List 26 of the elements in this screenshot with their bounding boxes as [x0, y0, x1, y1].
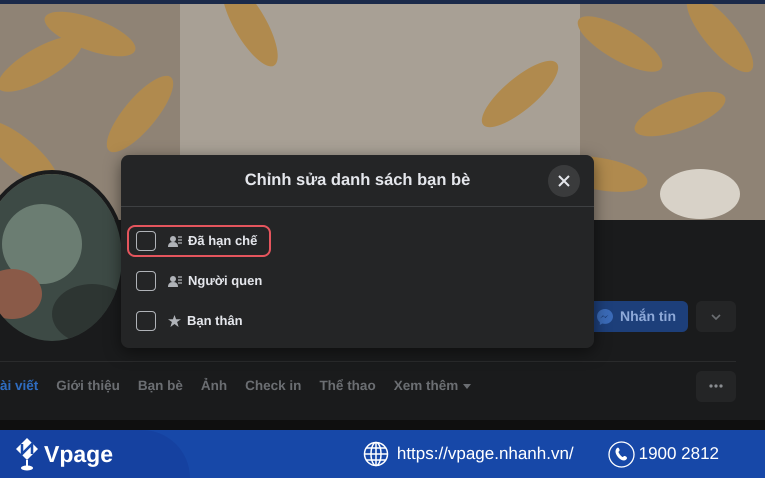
- list-label: Đã hạn chế: [188, 232, 258, 250]
- chevron-down-icon: [711, 314, 721, 320]
- checkbox[interactable]: [136, 311, 156, 331]
- phone-number: 1900 2812: [638, 443, 719, 466]
- more-icon: [709, 384, 723, 388]
- list-label: Người quen: [188, 272, 262, 290]
- person-list-icon: [168, 235, 182, 247]
- messenger-icon: [596, 308, 614, 326]
- tab[interactable]: ài viết: [0, 376, 48, 396]
- tab[interactable]: Ảnh: [192, 376, 236, 396]
- tab[interactable]: Xem thêm: [384, 376, 480, 396]
- checkbox[interactable]: [136, 271, 156, 291]
- website-url: https://vpage.nhanh.vn/: [396, 443, 574, 466]
- logo-icon: [14, 437, 40, 471]
- brand-name: Vpage: [44, 440, 114, 469]
- tab[interactable]: Check in: [236, 376, 310, 396]
- tab[interactable]: Thể thao: [310, 376, 385, 396]
- globe-icon: [362, 441, 389, 467]
- list-label: Bạn thân: [187, 312, 243, 330]
- star-icon: [168, 315, 181, 327]
- phone-icon: [608, 440, 635, 468]
- tab[interactable]: Giới thiệu: [47, 376, 129, 396]
- caret-down-icon: [463, 384, 472, 388]
- tab[interactable]: Bạn bè: [128, 376, 192, 396]
- person-list-icon: [168, 275, 182, 287]
- checkbox[interactable]: [136, 231, 156, 251]
